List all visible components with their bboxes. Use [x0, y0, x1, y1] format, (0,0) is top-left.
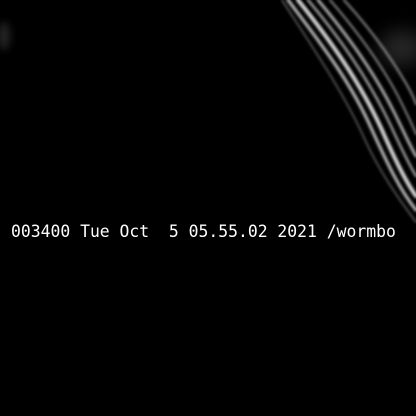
render-viewport: 003400 Tue Oct 5 05.55.02 2021 /wormbo	[0, 0, 416, 416]
status-line-text: 003400 Tue Oct 5 05.55.02 2021 /wormbo	[11, 222, 396, 241]
wormhole-render	[0, 0, 416, 416]
